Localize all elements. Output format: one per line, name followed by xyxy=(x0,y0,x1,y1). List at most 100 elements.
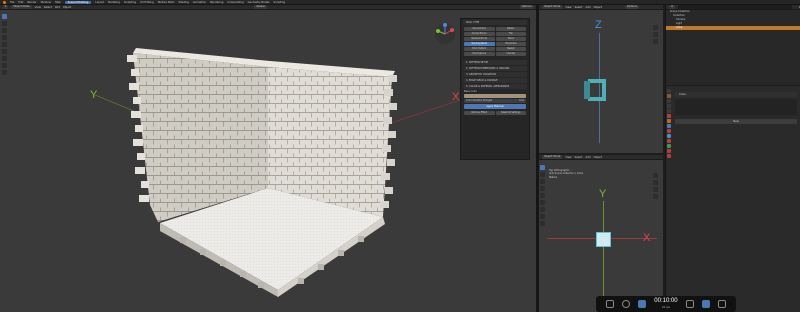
settings-icon[interactable] xyxy=(622,300,631,308)
modifier-tab-icon[interactable] xyxy=(667,124,671,128)
pause-icon[interactable] xyxy=(685,300,694,308)
transform-tool-icon[interactable] xyxy=(540,200,545,205)
object-menu[interactable]: Object xyxy=(594,156,602,159)
brick-room-model[interactable] xyxy=(0,5,536,312)
add-menu[interactable]: Add xyxy=(586,6,591,9)
selected-object-top-view[interactable] xyxy=(596,232,611,247)
menu-window[interactable]: Window xyxy=(41,1,51,4)
color-material-section[interactable]: 5. COLOR & MATERIAL APPEARANCE xyxy=(463,84,527,89)
tool-tab-icon[interactable] xyxy=(667,89,671,93)
outliner-search[interactable] xyxy=(678,5,792,9)
remove-effect-button[interactable]: Remove Effect xyxy=(464,111,495,115)
wall-type-option[interactable]: Tile xyxy=(495,32,526,36)
wall-type-header[interactable]: WALL TYPE xyxy=(463,20,527,25)
properties-section-header[interactable]: Cube xyxy=(675,92,797,97)
particles-tab-icon[interactable] xyxy=(667,129,671,133)
geometry-variation-section[interactable]: 3. GEOMETRY VARIATION xyxy=(463,72,527,77)
edge-wear-section[interactable]: 4. EDGE WEAR & DAMAGE xyxy=(463,78,527,83)
workspace-tab[interactable]: Animation xyxy=(193,1,206,4)
brick-model-thumbnail[interactable] xyxy=(584,77,608,103)
wall-type-option[interactable]: Checker xyxy=(495,52,526,56)
workspace-tab[interactable]: Sculpting xyxy=(124,1,136,4)
wall-type-option[interactable]: Stacked Bricks xyxy=(464,37,495,41)
data-tab-icon[interactable] xyxy=(667,144,671,148)
dimensions-section[interactable]: 2. PATTERN DIMENSIONS & SPACING xyxy=(463,66,527,71)
outliner-editor-icon[interactable]: ≡ xyxy=(669,5,676,9)
menu-help[interactable]: Help xyxy=(55,1,61,4)
render-tab-icon[interactable] xyxy=(667,94,671,98)
view-menu[interactable]: View xyxy=(565,6,571,9)
world-tab-icon[interactable] xyxy=(667,114,671,118)
screen-icon[interactable] xyxy=(606,300,615,308)
wall-type-option[interactable]: Horizontal xyxy=(495,42,526,46)
object-menu[interactable]: Object xyxy=(594,6,602,9)
select-tool-icon[interactable] xyxy=(540,165,545,170)
camera-icon[interactable] xyxy=(638,300,647,308)
workspace-tab[interactable]: UV Editing xyxy=(140,1,154,4)
workspace-tab[interactable]: Texture Paint xyxy=(158,1,175,4)
view-layer-tab-icon[interactable] xyxy=(667,104,671,108)
outliner-row-cube[interactable]: Cube xyxy=(666,26,800,30)
stop-icon[interactable] xyxy=(717,300,726,308)
move-tool-icon[interactable] xyxy=(540,179,545,184)
scene-tab-icon[interactable] xyxy=(667,109,671,113)
camera-view-icon[interactable] xyxy=(653,187,658,192)
menu-edit[interactable]: Edit xyxy=(18,1,23,4)
select-menu[interactable]: Select xyxy=(575,156,583,159)
pan-icon[interactable] xyxy=(653,180,658,185)
wall-type-option[interactable]: Basket xyxy=(495,47,526,51)
main-viewport[interactable]: ▾ Object Mode View Select Add Object Glo… xyxy=(0,5,536,312)
view-menu[interactable]: View xyxy=(565,156,571,159)
workspace-tab[interactable]: Rendering xyxy=(210,1,223,4)
pattern-setup-section[interactable]: 1. PATTERN SETUP xyxy=(463,60,527,65)
reset-settings-button[interactable]: Reset All Settings xyxy=(495,111,526,115)
menu-file[interactable]: File xyxy=(10,1,14,4)
camera-view-icon[interactable] xyxy=(653,39,658,44)
apply-material-button[interactable]: Apply Material xyxy=(464,104,526,109)
options-dropdown[interactable]: Options xyxy=(625,5,640,9)
zoom-icon[interactable] xyxy=(653,173,658,178)
blender-logo-icon[interactable] xyxy=(3,0,6,4)
pan-icon[interactable] xyxy=(653,32,658,37)
workspace-tab[interactable]: Layout xyxy=(95,1,104,4)
mode-dropdown[interactable]: Object Mode xyxy=(542,155,563,159)
object-tab-icon[interactable] xyxy=(667,119,671,123)
wall-type-option[interactable]: Plaster xyxy=(495,27,526,31)
select-menu[interactable]: Select xyxy=(575,6,583,9)
wall-type-option[interactable]: Herringbone xyxy=(464,52,495,56)
wall-type-option[interactable]: Stone Bricks xyxy=(464,27,495,31)
add-cube-tool-icon[interactable] xyxy=(540,221,545,226)
add-menu[interactable]: Add xyxy=(586,156,591,159)
workspace-tab[interactable]: Scripting xyxy=(274,1,286,4)
measure-tool-icon[interactable] xyxy=(540,214,545,219)
workspace-tab[interactable]: Shading xyxy=(178,1,189,4)
perspective-toggle-icon[interactable] xyxy=(653,194,658,199)
wall-type-option[interactable]: Cinder Blocks xyxy=(464,32,495,36)
mode-dropdown[interactable]: Object Mode xyxy=(542,5,563,9)
material-tab-icon[interactable] xyxy=(667,149,671,153)
cursor-tool-icon[interactable] xyxy=(540,172,545,177)
annotate-tool-icon[interactable] xyxy=(540,207,545,212)
workspace-tab-active[interactable]: Scene Modeling xyxy=(64,0,92,4)
scale-tool-icon[interactable] xyxy=(540,193,545,198)
workspace-tab[interactable]: Compositing xyxy=(227,1,243,4)
menu-render[interactable]: Render xyxy=(27,1,36,4)
constraints-tab-icon[interactable] xyxy=(667,139,671,143)
texture-tab-icon[interactable] xyxy=(667,154,671,158)
wall-type-option-selected[interactable]: Running Bond xyxy=(464,42,495,46)
navigation-gizmo[interactable] xyxy=(434,23,456,45)
side-viewport-bottom[interactable]: Object Mode View Select Add Object Top O… xyxy=(539,155,663,312)
workspace-tab[interactable]: Modeling xyxy=(108,1,120,4)
storage-icon[interactable] xyxy=(701,300,710,308)
wall-type-option[interactable]: Brick Pattern xyxy=(464,47,495,51)
output-tab-icon[interactable] xyxy=(667,99,671,103)
wall-type-option[interactable]: Wood xyxy=(495,37,526,41)
zoom-icon[interactable] xyxy=(653,25,658,30)
workspace-tab[interactable]: Geometry Nodes xyxy=(248,1,270,4)
color-variation-field[interactable]: Color Variation Strength 0.10 xyxy=(464,99,526,103)
base-color-swatch[interactable] xyxy=(464,94,526,98)
physics-tab-icon[interactable] xyxy=(667,134,671,138)
rotate-tool-icon[interactable] xyxy=(540,186,545,191)
new-button[interactable]: New xyxy=(675,119,797,124)
side-viewport-top[interactable]: Object Mode View Select Add Object Optio… xyxy=(539,5,663,153)
